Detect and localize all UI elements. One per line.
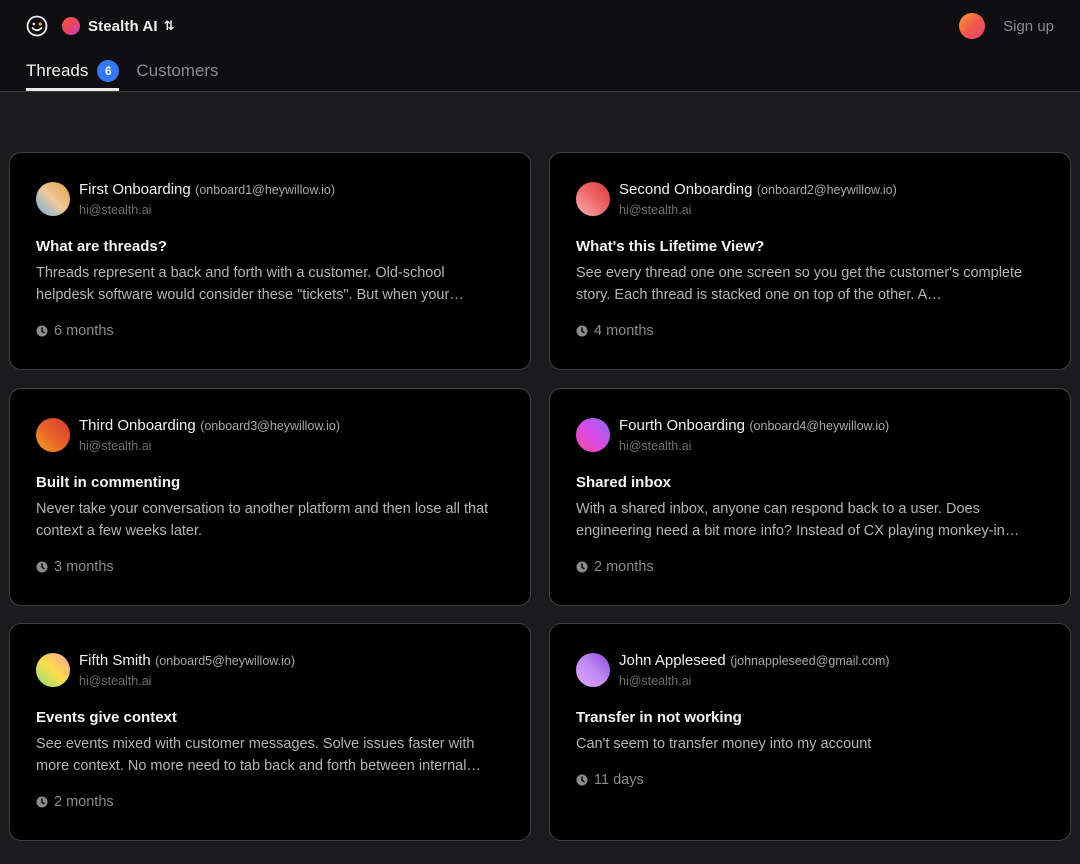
thread-preview: With a shared inbox, anyone can respond …: [576, 501, 1020, 539]
clock-icon: [36, 561, 48, 573]
customer-email: (onboard2@heywillow.io): [756, 183, 897, 197]
thread-card[interactable]: John Appleseed (johnappleseed@gmail.com)…: [549, 623, 1071, 841]
agent-email: hi@stealth.ai: [79, 203, 152, 217]
customer-name: Third Onboarding: [79, 417, 196, 434]
customer-avatar: [576, 418, 610, 452]
org-avatar[interactable]: [62, 17, 80, 35]
thread-preview: Can't seem to transfer money into my acc…: [576, 736, 872, 752]
thread-age: 4 months: [576, 323, 654, 339]
thread-card[interactable]: Fourth Onboarding (onboard4@heywillow.io…: [549, 388, 1071, 606]
customer-name: Fourth Onboarding: [619, 417, 745, 434]
clock-icon: [576, 774, 588, 786]
customer-name: First Onboarding: [79, 181, 191, 198]
customer-email: (onboard5@heywillow.io): [155, 654, 295, 668]
agent-email: hi@stealth.ai: [619, 674, 692, 688]
thread-count-badge: 6: [97, 59, 120, 82]
customer-name: Second Onboarding: [619, 181, 753, 198]
user-avatar[interactable]: [959, 13, 986, 39]
agent-email: hi@stealth.ai: [79, 439, 152, 453]
customer-avatar: [36, 653, 70, 687]
workspace-bar: Stealth AI ⇅: [26, 14, 175, 38]
thread-age: 6 months: [36, 323, 114, 339]
thread-subject: Transfer in not working: [576, 709, 742, 726]
thread-age: 2 months: [36, 794, 114, 810]
thread-preview: See every thread one one screen so you g…: [576, 265, 1023, 303]
customer-name: Fifth Smith: [79, 652, 151, 669]
thread-age-label: 2 months: [54, 794, 114, 810]
tab-label: Threads: [26, 60, 89, 80]
thread-card[interactable]: First Onboarding (onboard1@heywillow.io)…: [9, 152, 531, 370]
tab-bar: Threads 6 Customers: [26, 58, 219, 91]
thread-subject: What's this Lifetime View?: [576, 238, 765, 255]
customer-avatar: [36, 182, 70, 216]
customer-email: (onboard4@heywillow.io): [749, 419, 890, 433]
clock-icon: [576, 325, 588, 337]
thread-age-label: 3 months: [54, 559, 114, 575]
agent-email: hi@stealth.ai: [619, 203, 692, 217]
thread-preview: Never take your conversation to another …: [36, 501, 489, 539]
agent-email: hi@stealth.ai: [79, 674, 152, 688]
customer-avatar: [36, 418, 70, 452]
thread-age-label: 11 days: [594, 772, 644, 788]
thread-preview: Threads represent a back and forth with …: [36, 265, 464, 303]
thread-card[interactable]: Fifth Smith (onboard5@heywillow.io) hi@s…: [9, 623, 531, 841]
thread-subject: Built in commenting: [36, 474, 181, 491]
thread-age-label: 2 months: [594, 559, 654, 575]
switch-org-icon[interactable]: ⇅: [164, 18, 175, 34]
customer-email: (onboard1@heywillow.io): [195, 183, 336, 197]
clock-icon: [36, 796, 48, 808]
thread-age-label: 4 months: [594, 323, 654, 339]
clock-icon: [36, 325, 48, 337]
app-header: Stealth AI ⇅ Sign up Threads 6 Customers: [0, 0, 1080, 92]
wink-face-icon[interactable]: [26, 15, 48, 37]
thread-age: 11 days: [576, 772, 644, 788]
customer-email: (onboard3@heywillow.io): [200, 419, 341, 433]
agent-email: hi@stealth.ai: [619, 439, 692, 453]
sign-up-link[interactable]: Sign up: [1003, 18, 1054, 35]
thread-subject: What are threads?: [36, 238, 167, 255]
thread-age-label: 6 months: [54, 323, 114, 339]
customer-email: (johnappleseed@gmail.com): [730, 654, 890, 668]
user-area: Sign up: [959, 13, 1054, 39]
thread-preview: See events mixed with customer messages.…: [36, 736, 481, 774]
tab-threads[interactable]: Threads 6: [26, 58, 120, 91]
thread-subject: Events give context: [36, 709, 177, 726]
tab-customers[interactable]: Customers: [136, 58, 218, 91]
thread-age: 3 months: [36, 559, 114, 575]
customer-name: John Appleseed: [619, 652, 726, 669]
org-name[interactable]: Stealth AI: [88, 18, 158, 35]
tab-label: Customers: [136, 60, 219, 80]
clock-icon: [576, 561, 588, 573]
thread-age: 2 months: [576, 559, 654, 575]
thread-card[interactable]: Second Onboarding (onboard2@heywillow.io…: [549, 152, 1071, 370]
customer-avatar: [576, 653, 610, 687]
customer-avatar: [576, 182, 610, 216]
thread-card[interactable]: Third Onboarding (onboard3@heywillow.io)…: [9, 388, 531, 606]
thread-subject: Shared inbox: [576, 474, 672, 491]
